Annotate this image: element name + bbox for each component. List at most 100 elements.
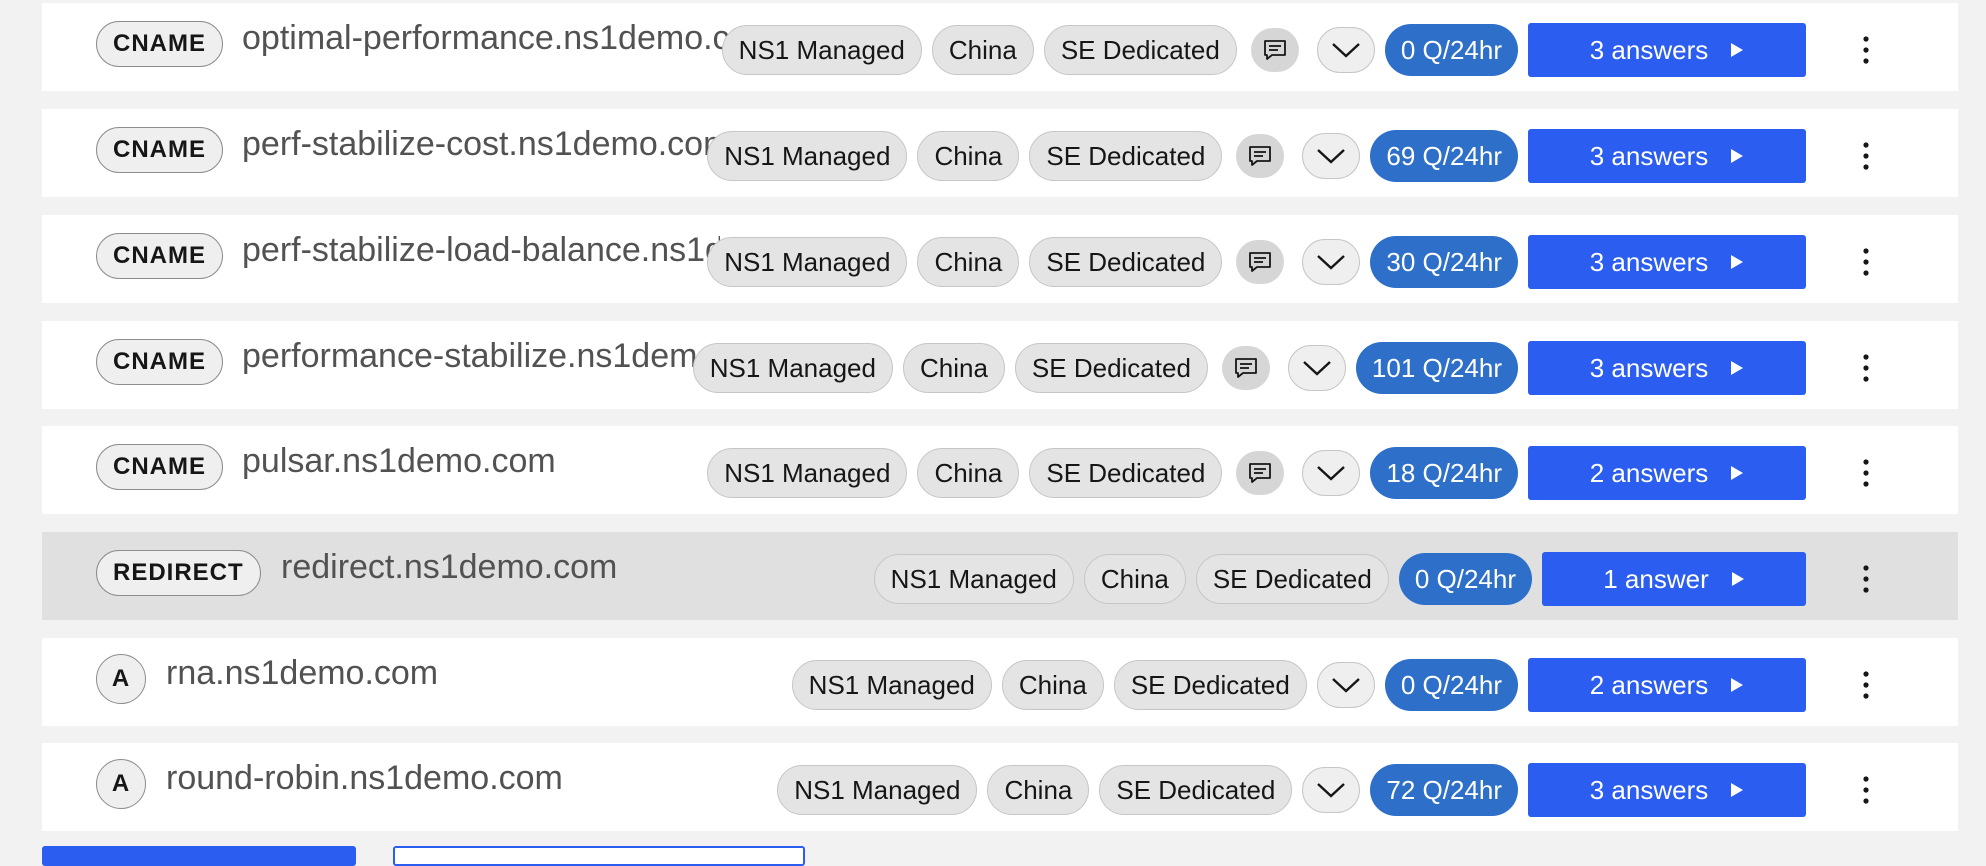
record-meta: NS1 Managed China SE Dedicated 69 Q/24hr… bbox=[707, 129, 1958, 183]
tag-ns1-managed: NS1 Managed bbox=[791, 660, 992, 710]
comment-icon bbox=[1249, 252, 1272, 272]
expand-button[interactable] bbox=[1287, 345, 1346, 391]
expand-button[interactable] bbox=[1302, 450, 1361, 496]
answers-button[interactable]: 1 answer bbox=[1542, 552, 1806, 606]
tag-china: China bbox=[917, 131, 1020, 181]
tag-se-dedicated: SE Dedicated bbox=[1029, 131, 1223, 181]
expand-button[interactable] bbox=[1302, 239, 1361, 285]
overflow-menu-icon bbox=[1863, 354, 1869, 382]
record-domain-link[interactable]: redirect.ns1demo.com bbox=[281, 548, 841, 587]
chevron-down-icon bbox=[1317, 466, 1346, 481]
answers-label: 3 answers bbox=[1589, 246, 1709, 277]
record-type-badge: CNAME bbox=[96, 444, 223, 490]
caret-right-icon bbox=[1731, 783, 1744, 797]
expand-button[interactable] bbox=[1302, 767, 1361, 813]
record-meta: NS1 Managed China SE Dedicated 0 Q/24hr … bbox=[721, 23, 1958, 77]
notes-button[interactable] bbox=[1250, 28, 1299, 72]
tag-ns1-managed: NS1 Managed bbox=[707, 131, 908, 181]
record-row[interactable]: CNAME perf-stabilize-cost.ns1demo.com NS… bbox=[42, 109, 1958, 197]
queries-badge: 0 Q/24hr bbox=[1398, 553, 1532, 605]
tag-se-dedicated: SE Dedicated bbox=[1014, 343, 1208, 393]
record-row[interactable]: CNAME optimal-performance.ns1demo.com NS… bbox=[42, 3, 1958, 91]
primary-action-button[interactable] bbox=[42, 846, 356, 866]
record-row[interactable]: CNAME perf-stabilize-load-balance.ns1dem… bbox=[42, 215, 1958, 303]
queries-badge: 101 Q/24hr bbox=[1355, 342, 1518, 394]
queries-badge: 72 Q/24hr bbox=[1370, 764, 1518, 816]
record-meta: NS1 Managed China SE Dedicated 18 Q/24hr… bbox=[707, 446, 1958, 500]
overflow-menu-icon bbox=[1863, 459, 1869, 487]
record-row[interactable]: CNAME pulsar.ns1demo.com NS1 Managed Chi… bbox=[42, 426, 1958, 514]
chevron-down-icon bbox=[1332, 678, 1360, 693]
answers-label: 1 answer bbox=[1603, 563, 1709, 594]
queries-badge: 0 Q/24hr bbox=[1384, 24, 1518, 76]
row-menu-button[interactable] bbox=[1846, 129, 1886, 183]
record-domain-link[interactable]: rna.ns1demo.com bbox=[166, 654, 766, 693]
chevron-down-icon bbox=[1317, 255, 1346, 270]
tag-ns1-managed: NS1 Managed bbox=[692, 343, 893, 393]
expand-button[interactable] bbox=[1316, 662, 1375, 708]
record-meta: NS1 Managed China SE Dedicated 101 Q/24h… bbox=[692, 341, 1958, 395]
answers-button[interactable]: 3 answers bbox=[1528, 235, 1806, 289]
record-row[interactable]: A rna.ns1demo.com NS1 Managed China SE D… bbox=[42, 638, 1958, 726]
overflow-menu-icon bbox=[1863, 142, 1869, 170]
expand-button[interactable] bbox=[1302, 133, 1361, 179]
row-menu-button[interactable] bbox=[1846, 446, 1886, 500]
answers-button[interactable]: 2 answers bbox=[1528, 658, 1806, 712]
record-domain-link[interactable]: performance-stabilize.ns1demo.com bbox=[242, 337, 702, 376]
tag-ns1-managed: NS1 Managed bbox=[707, 237, 908, 287]
tag-china: China bbox=[1083, 554, 1186, 604]
record-meta: NS1 Managed China SE Dedicated 30 Q/24hr… bbox=[707, 235, 1958, 289]
record-row[interactable]: CNAME performance-stabilize.ns1demo.com … bbox=[42, 321, 1958, 409]
record-domain-link[interactable]: optimal-performance.ns1demo.com bbox=[242, 19, 737, 58]
tag-ns1-managed: NS1 Managed bbox=[873, 554, 1074, 604]
answers-button[interactable]: 3 answers bbox=[1528, 129, 1806, 183]
tag-china: China bbox=[902, 343, 1005, 393]
row-menu-button[interactable] bbox=[1846, 658, 1886, 712]
overflow-menu-icon bbox=[1863, 565, 1869, 593]
tag-ns1-managed: NS1 Managed bbox=[707, 448, 908, 498]
notes-button[interactable] bbox=[1236, 134, 1285, 178]
caret-right-icon bbox=[1731, 678, 1744, 692]
answers-button[interactable]: 2 answers bbox=[1528, 446, 1806, 500]
record-type-badge: A bbox=[96, 759, 146, 809]
tag-se-dedicated: SE Dedicated bbox=[1043, 25, 1237, 75]
record-domain-link[interactable]: perf-stabilize-cost.ns1demo.com bbox=[242, 125, 720, 164]
caret-right-icon bbox=[1731, 255, 1744, 269]
record-meta: NS1 Managed China SE Dedicated 0 Q/24hr … bbox=[791, 658, 1958, 712]
row-menu-button[interactable] bbox=[1846, 552, 1886, 606]
queries-badge: 69 Q/24hr bbox=[1370, 130, 1518, 182]
tag-se-dedicated: SE Dedicated bbox=[1099, 765, 1293, 815]
answers-label: 2 answers bbox=[1589, 457, 1709, 488]
record-domain-link[interactable]: perf-stabilize-load-balance.ns1demo.com bbox=[242, 231, 720, 270]
tag-se-dedicated: SE Dedicated bbox=[1029, 448, 1223, 498]
comment-icon bbox=[1235, 358, 1257, 378]
expand-button[interactable] bbox=[1316, 27, 1375, 73]
record-type-badge: REDIRECT bbox=[96, 550, 261, 596]
notes-button[interactable] bbox=[1236, 451, 1285, 495]
tag-china: China bbox=[917, 448, 1020, 498]
tag-se-dedicated: SE Dedicated bbox=[1195, 554, 1389, 604]
answers-button[interactable]: 3 answers bbox=[1528, 341, 1806, 395]
record-row-selected[interactable]: REDIRECT redirect.ns1demo.com NS1 Manage… bbox=[42, 532, 1958, 620]
answers-label: 3 answers bbox=[1589, 774, 1709, 805]
answers-label: 3 answers bbox=[1589, 140, 1709, 171]
overflow-menu-icon bbox=[1863, 248, 1869, 276]
secondary-action-button[interactable] bbox=[393, 846, 805, 866]
record-domain-link[interactable]: pulsar.ns1demo.com bbox=[242, 442, 720, 481]
row-menu-button[interactable] bbox=[1846, 235, 1886, 289]
answers-button[interactable]: 3 answers bbox=[1528, 763, 1806, 817]
answers-button[interactable]: 3 answers bbox=[1528, 23, 1806, 77]
notes-button[interactable] bbox=[1221, 346, 1270, 390]
row-menu-button[interactable] bbox=[1846, 763, 1886, 817]
record-meta: NS1 Managed China SE Dedicated 0 Q/24hr … bbox=[873, 552, 1958, 606]
answers-label: 3 answers bbox=[1589, 34, 1709, 65]
comment-icon bbox=[1249, 146, 1272, 166]
row-menu-button[interactable] bbox=[1846, 341, 1886, 395]
tag-china: China bbox=[931, 25, 1034, 75]
record-row[interactable]: A round-robin.ns1demo.com NS1 Managed Ch… bbox=[42, 743, 1958, 831]
row-menu-button[interactable] bbox=[1846, 23, 1886, 77]
caret-right-icon bbox=[1731, 466, 1744, 480]
overflow-menu-icon bbox=[1863, 776, 1869, 804]
record-domain-link[interactable]: round-robin.ns1demo.com bbox=[166, 759, 766, 798]
notes-button[interactable] bbox=[1236, 240, 1285, 284]
